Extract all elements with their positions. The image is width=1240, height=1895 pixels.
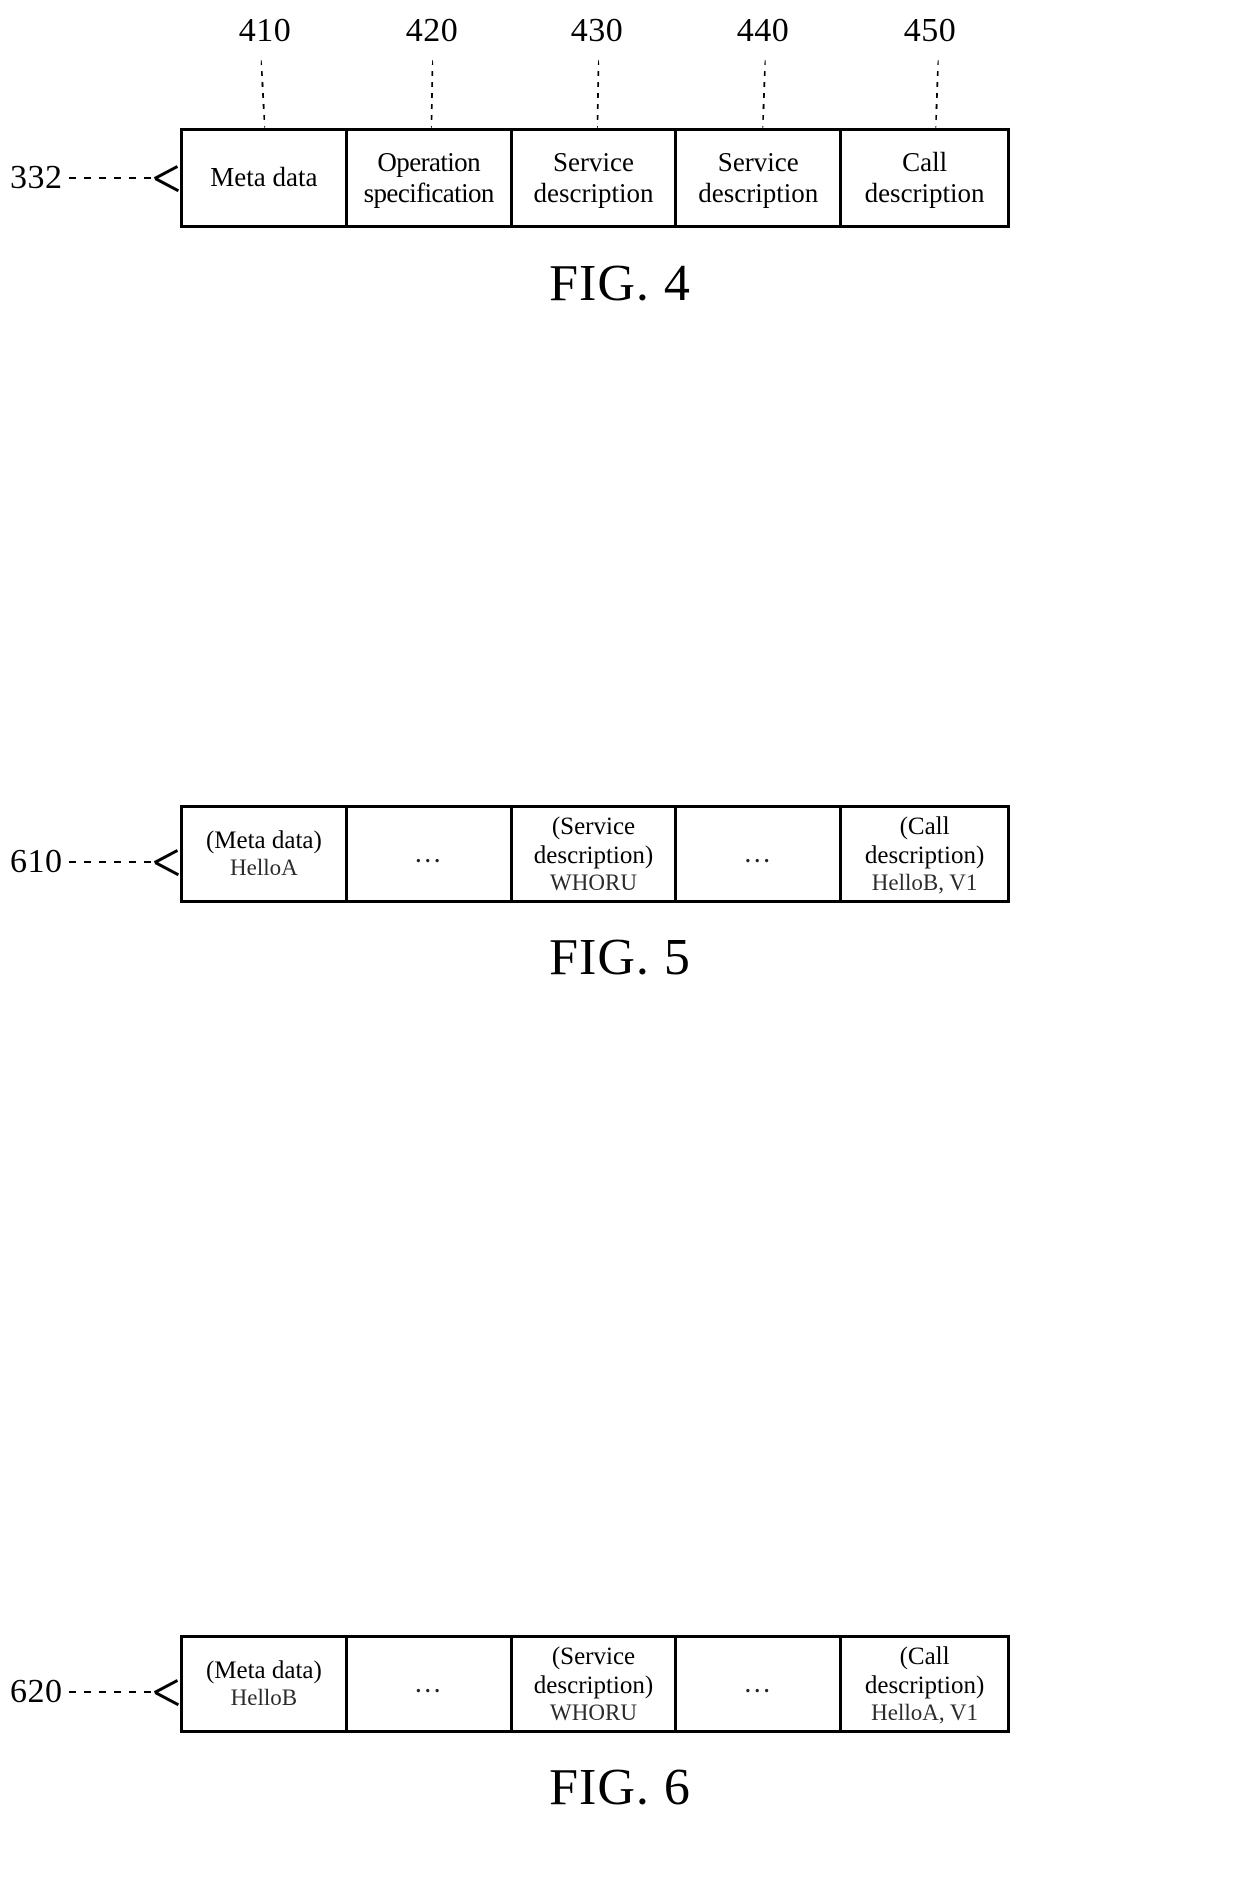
cell-line: Call: [902, 146, 948, 177]
figure-4-caption: FIG. 4: [549, 255, 691, 312]
cell-value: HelloA, V1: [871, 1699, 979, 1725]
cell-line: description): [533, 841, 654, 869]
figure-4-cell-operation-specification: Operation specification: [348, 131, 513, 225]
figure-6: 620 (Meta data) HelloB … (Service descri…: [0, 1590, 1240, 1890]
leader-line-420: [430, 59, 434, 129]
pointer-arrowhead-icon: [155, 165, 181, 191]
cell-line: Operation: [377, 146, 480, 177]
figure-6-cell-call-description: (Call description) HelloA, V1: [842, 1638, 1007, 1730]
figure-5-cell-ellipsis-2: …: [677, 808, 843, 900]
figure-6-cell-service-description: (Service description) WHORU: [513, 1638, 678, 1730]
figure-5: 610 (Meta data) HelloA … (Service descri…: [0, 700, 1240, 984]
cell-value: WHORU: [550, 869, 637, 895]
cell-line: description: [533, 178, 654, 208]
figure-6-cell-meta-data: (Meta data) HelloB: [183, 1638, 348, 1730]
figure-5-cell-call-description: (Call description) HelloB, V1: [842, 808, 1007, 900]
figure-4-pointer: 332: [10, 158, 181, 198]
pointer-dash-line: [68, 1691, 157, 1693]
cell-line: (Call: [899, 812, 950, 840]
ellipsis-icon: …: [413, 1667, 444, 1699]
figure-5-cell-service-description: (Service description) WHORU: [513, 808, 678, 900]
cell-line: description): [864, 841, 985, 869]
drawing-sheet: 410 420 430 440 450 332 Meta data Operat…: [0, 0, 1240, 1895]
pointer-arrowhead-icon: [155, 1679, 181, 1705]
reference-numeral-410: 410: [238, 12, 292, 49]
pointer-arrowhead-icon: [155, 849, 181, 875]
figure-6-table: (Meta data) HelloB … (Service descriptio…: [180, 1635, 1010, 1733]
cell-value: WHORU: [550, 1699, 637, 1725]
reference-numeral-420: 420: [405, 12, 459, 49]
cell-line: Service: [717, 146, 799, 177]
figure-4-cell-meta-data: Meta data: [183, 131, 348, 225]
figure-5-pointer: 610: [10, 842, 181, 882]
figure-6-pointer: 620: [10, 1672, 181, 1712]
figure-5-cell-meta-data: (Meta data) HelloA: [183, 808, 348, 900]
figure-5-table: (Meta data) HelloA … (Service descriptio…: [180, 805, 1010, 903]
pointer-dash-line: [68, 861, 157, 863]
leader-line-410: [260, 59, 266, 129]
leader-line-440: [761, 59, 767, 129]
cell-line: description): [533, 1671, 654, 1699]
cell-value: HelloB: [230, 1685, 298, 1711]
cell-value: HelloB, V1: [871, 869, 978, 895]
cell-line: description: [864, 178, 985, 208]
ellipsis-icon: …: [743, 837, 774, 869]
cell-line: (Meta data): [205, 1657, 322, 1685]
ellipsis-icon: …: [743, 1667, 774, 1699]
reference-numeral-440: 440: [736, 12, 790, 49]
reference-numeral-610: 610: [10, 843, 63, 880]
cell-line: (Service: [551, 812, 636, 840]
figure-6-cell-ellipsis-1: …: [348, 1638, 513, 1730]
figure-6-caption: FIG. 6: [549, 1759, 691, 1816]
figure-4-cell-call-description: Call description: [842, 131, 1007, 225]
figure-5-caption: FIG. 5: [549, 929, 691, 986]
cell-line: (Call: [899, 1642, 950, 1670]
cell-line: specification: [363, 178, 495, 208]
cell-line: description): [864, 1671, 985, 1699]
figure-4-callouts: 410 420 430 440 450: [0, 0, 1240, 129]
cell-value: HelloA: [230, 855, 298, 881]
cell-line: Meta data: [210, 162, 318, 193]
reference-numeral-450: 450: [903, 12, 957, 49]
cell-line: (Service: [551, 1642, 636, 1670]
leader-line-450: [934, 59, 940, 129]
ellipsis-icon: …: [413, 837, 444, 869]
reference-numeral-332: 332: [10, 159, 63, 196]
reference-numeral-430: 430: [570, 12, 624, 49]
cell-line: Service: [553, 146, 634, 177]
figure-6-cell-ellipsis-2: …: [677, 1638, 843, 1730]
figure-4: 410 420 430 440 450 332 Meta data Operat…: [0, 0, 1240, 320]
figure-4-cell-service-description-2: Service description: [677, 131, 843, 225]
leader-line-430: [596, 59, 600, 129]
figure-4-table: Meta data Operation specification Servic…: [180, 128, 1010, 228]
figure-5-cell-ellipsis-1: …: [348, 808, 513, 900]
pointer-dash-line: [68, 177, 157, 179]
cell-line: description: [698, 178, 819, 208]
reference-numeral-620: 620: [10, 1673, 63, 1710]
figure-4-cell-service-description-1: Service description: [513, 131, 678, 225]
cell-line: (Meta data): [205, 827, 322, 855]
